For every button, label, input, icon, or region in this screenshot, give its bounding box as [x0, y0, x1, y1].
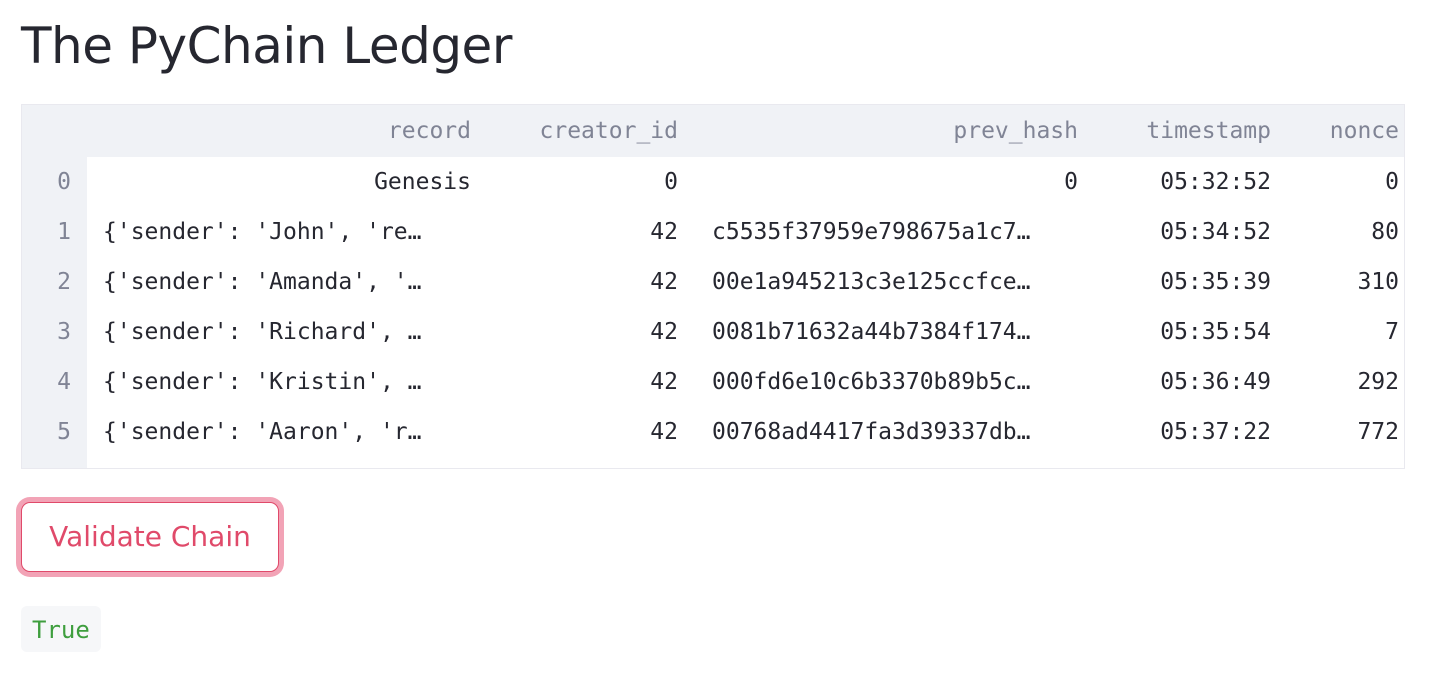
cell-prev-hash[interactable]: c5535f37959e798675a1c7… — [708, 207, 1078, 257]
cell-timestamp[interactable]: 05:35:39 — [1108, 257, 1271, 307]
cell-nonce[interactable]: 292 — [1301, 357, 1399, 407]
cell-record[interactable]: {'sender': 'Amanda', '… — [87, 257, 471, 307]
cell-prev-hash[interactable]: 000fd6e10c6b3370b89b5c… — [708, 357, 1078, 407]
row-index: 0 — [57, 169, 71, 195]
row-index: 5 — [57, 419, 71, 445]
validate-chain-button[interactable]: Validate Chain — [21, 502, 279, 572]
cell-nonce[interactable]: 7 — [1301, 307, 1399, 357]
cell-creator-id[interactable]: 42 — [501, 257, 678, 307]
cell-creator-id[interactable]: 42 — [501, 307, 678, 357]
cell-prev-hash[interactable]: 00768ad4417fa3d39337db… — [708, 407, 1078, 457]
column-header-nonce[interactable]: nonce — [1301, 106, 1399, 156]
row-index: 1 — [57, 219, 71, 245]
cell-creator-id[interactable]: 42 — [501, 357, 678, 407]
cell-nonce[interactable]: 80 — [1301, 207, 1399, 257]
cell-creator-id[interactable]: 42 — [501, 207, 678, 257]
row-index: 3 — [57, 319, 71, 345]
cell-timestamp[interactable]: 05:32:52 — [1108, 157, 1271, 207]
validation-result: True — [21, 606, 101, 652]
cell-record[interactable]: {'sender': 'Aaron', 'r… — [87, 407, 471, 457]
column-header-prev-hash[interactable]: prev_hash — [708, 106, 1078, 156]
cell-prev-hash[interactable]: 0 — [708, 157, 1078, 207]
cell-prev-hash[interactable]: 0081b71632a44b7384f174… — [708, 307, 1078, 357]
cell-creator-id[interactable]: 0 — [501, 157, 678, 207]
column-header-record[interactable]: record — [87, 106, 471, 156]
cell-creator-id[interactable]: 42 — [501, 407, 678, 457]
cell-nonce[interactable]: 772 — [1301, 407, 1399, 457]
column-header-timestamp[interactable]: timestamp — [1108, 106, 1271, 156]
cell-nonce[interactable]: 310 — [1301, 257, 1399, 307]
cell-timestamp[interactable]: 05:34:52 — [1108, 207, 1271, 257]
cell-prev-hash[interactable]: 00e1a945213c3e125ccfce… — [708, 257, 1078, 307]
cell-record[interactable]: {'sender': 'John', 're… — [87, 207, 471, 257]
cell-timestamp[interactable]: 05:35:54 — [1108, 307, 1271, 357]
cell-nonce[interactable]: 0 — [1301, 157, 1399, 207]
cell-record[interactable]: {'sender': 'Richard', … — [87, 307, 471, 357]
column-header-creator-id[interactable]: creator_id — [501, 106, 678, 156]
ledger-dataframe[interactable]: record creator_id prev_hash timestamp no… — [21, 104, 1405, 469]
cell-record[interactable]: {'sender': 'Kristin', … — [87, 357, 471, 407]
cell-timestamp[interactable]: 05:37:22 — [1108, 407, 1271, 457]
row-index: 2 — [57, 269, 71, 295]
row-index: 4 — [57, 369, 71, 395]
cell-timestamp[interactable]: 05:36:49 — [1108, 357, 1271, 407]
cell-record[interactable]: Genesis — [87, 157, 471, 207]
page-title: The PyChain Ledger — [21, 17, 512, 75]
